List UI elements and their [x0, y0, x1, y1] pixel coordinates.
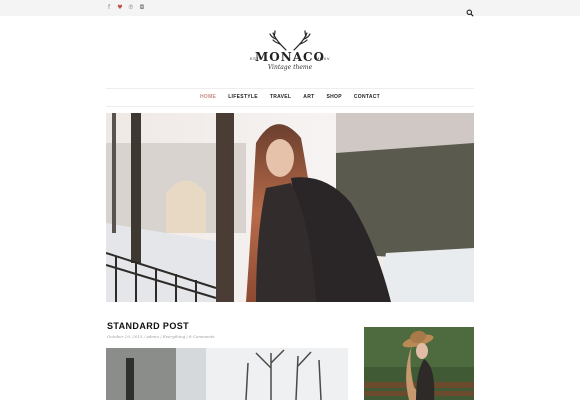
facebook-icon[interactable]: f [106, 4, 112, 12]
nav-item-lifestyle[interactable]: LIFESTYLE [228, 94, 258, 100]
post-title[interactable]: STANDARD POST [107, 321, 189, 331]
nav-item-home[interactable]: HOME [200, 94, 216, 100]
nav-item-art[interactable]: ART [303, 94, 314, 100]
logo-tagline: Vintage theme [267, 64, 313, 71]
twitter-icon[interactable]: ♥ [117, 4, 123, 12]
post-meta: October 29, 2015 / admin / Everything / … [107, 334, 215, 339]
nav-item-shop[interactable]: SHOP [326, 94, 341, 100]
site-logo[interactable]: EST. MONACO MMXV Vintage theme [240, 30, 340, 78]
post-image[interactable] [106, 348, 348, 400]
pinterest-icon[interactable]: ℗ [128, 4, 134, 12]
search-icon[interactable] [466, 4, 474, 17]
hero-image[interactable] [106, 113, 474, 302]
logo-year: MMXV [316, 56, 330, 61]
nav-item-contact[interactable]: CONTACT [354, 94, 380, 100]
sidebar-image[interactable] [364, 327, 474, 400]
nav-item-travel[interactable]: TRAVEL [270, 94, 291, 100]
instagram-icon[interactable]: ◘ [139, 4, 145, 12]
social-links: f ♥ ℗ ◘ [106, 4, 145, 12]
antlers-icon [269, 30, 311, 51]
main-nav: HOME LIFESTYLE TRAVEL ART SHOP CONTACT [106, 89, 474, 105]
top-bar: f ♥ ℗ ◘ [0, 0, 580, 17]
nav-divider-bottom [106, 106, 474, 107]
